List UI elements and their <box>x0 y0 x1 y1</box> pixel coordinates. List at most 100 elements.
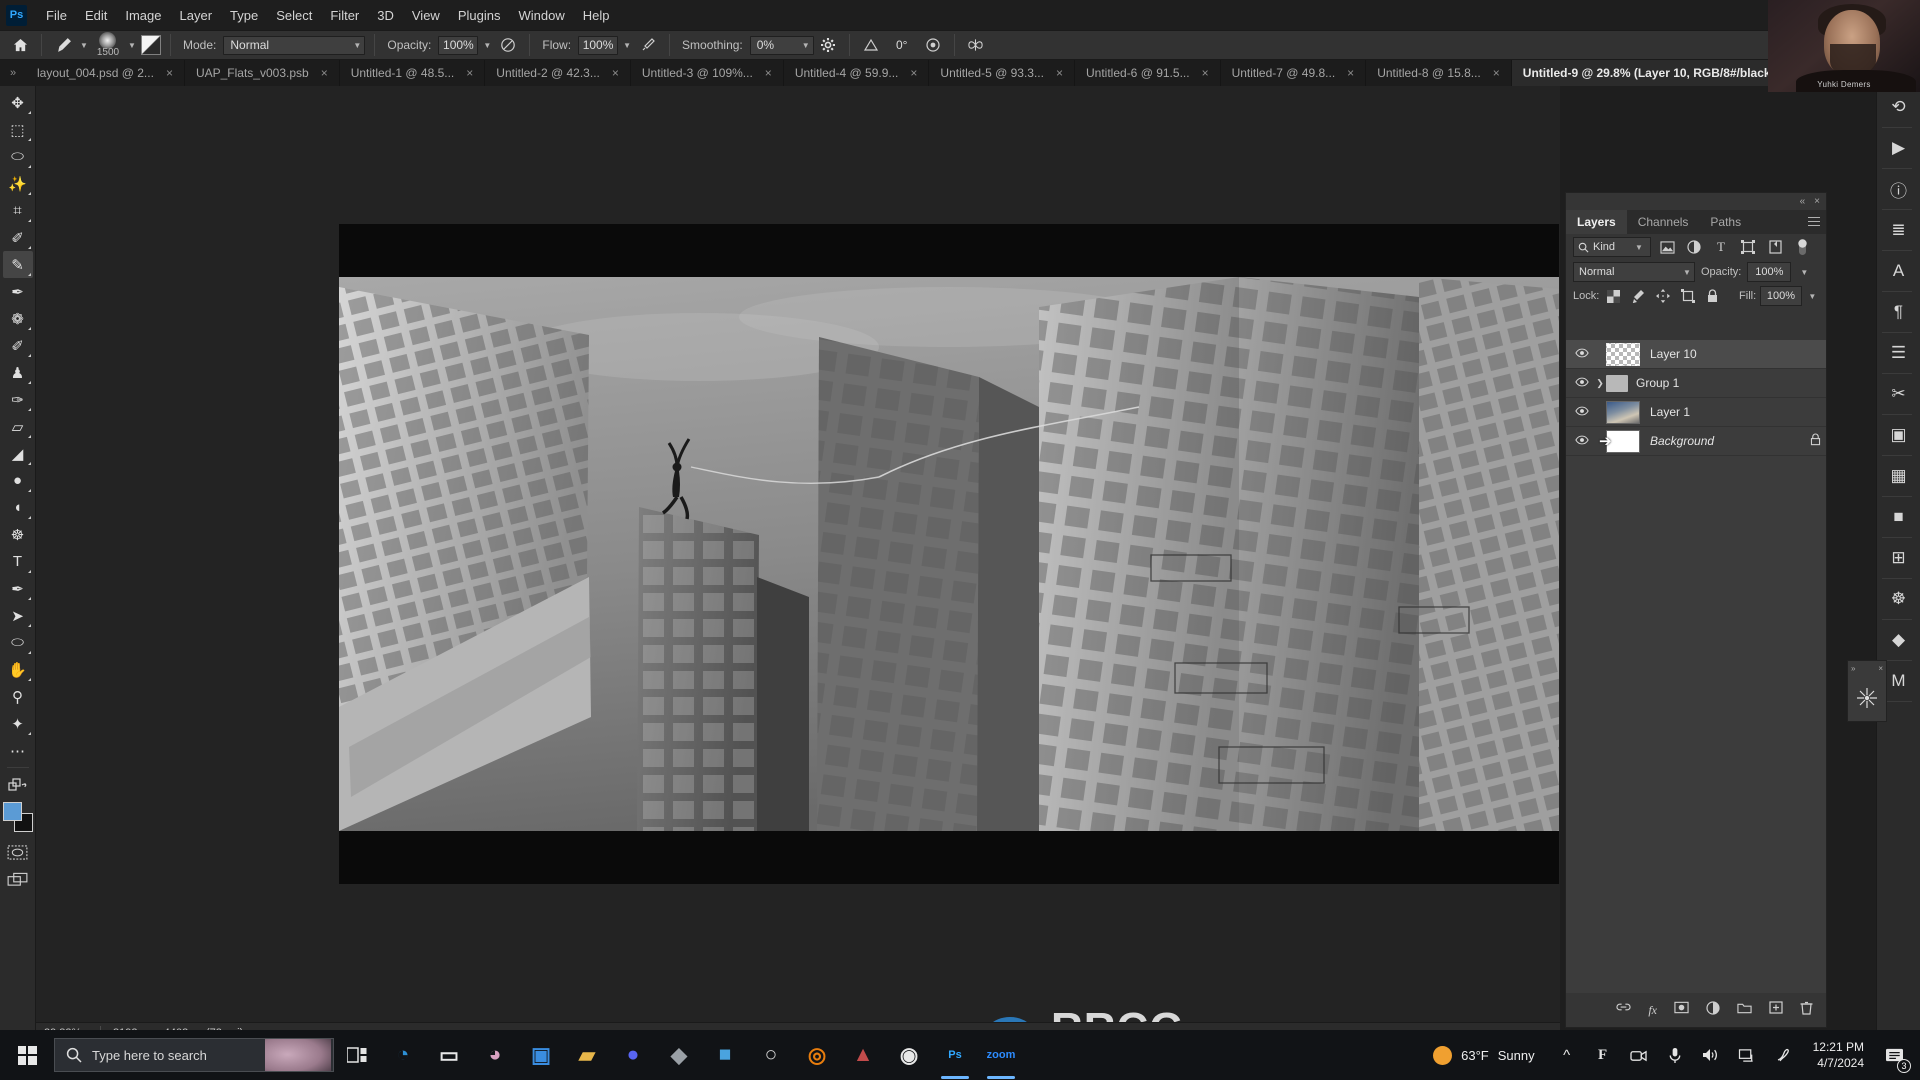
ellipse-shape-tool[interactable]: ⬭ <box>3 629 33 656</box>
opacity-chevron-down-icon[interactable]: ▼ <box>1797 268 1811 277</box>
chevron-double-right-icon[interactable]: » <box>0 60 26 86</box>
layer-comps-panel-icon[interactable]: ▣ <box>1882 418 1916 452</box>
object-selection-tool[interactable]: ✨ <box>3 170 33 197</box>
taskbar-edge-icon[interactable]: ◔ <box>380 1030 426 1080</box>
dodge-tool[interactable]: ◖ <box>3 494 33 521</box>
paint-bucket-tool[interactable]: ◢ <box>3 440 33 467</box>
brush-tool-icon[interactable] <box>51 33 75 57</box>
taskbar-clock-icon[interactable]: ○ <box>748 1030 794 1080</box>
pressure-opacity-icon[interactable] <box>496 33 520 57</box>
close-tab-icon[interactable]: × <box>321 66 328 80</box>
brush-preset-picker[interactable]: 1500 <box>93 32 123 58</box>
layer-name[interactable]: Layer 1 <box>1650 405 1826 419</box>
new-group-icon[interactable] <box>1737 1001 1752 1019</box>
layer-name[interactable]: Background <box>1650 434 1804 448</box>
mixer-brush-tool[interactable]: ✐ <box>3 332 33 359</box>
navigator-panel-icon[interactable]: ☸ <box>1882 582 1916 616</box>
opacity-chevron-down-icon[interactable]: ▼ <box>480 41 494 50</box>
sponge-tool[interactable]: ☸ <box>3 521 33 548</box>
opacity-input[interactable]: 100% <box>438 35 479 55</box>
document-tab[interactable]: Untitled-1 @ 48.5... × <box>339 60 486 86</box>
document-tab[interactable]: UAP_Flats_v003.psb × <box>184 60 340 86</box>
document-tab[interactable]: Untitled-5 @ 93.3... × <box>929 60 1075 86</box>
canvas-area[interactable]: R RRCG 人人素材 <box>36 86 1560 1030</box>
menu-type[interactable]: Type <box>221 5 267 26</box>
fonts-tray-icon[interactable]: F <box>1587 1030 1619 1080</box>
blur-tool[interactable]: ● <box>3 467 33 494</box>
brush-angle-icon[interactable] <box>859 33 883 57</box>
layer-row[interactable]: Layer 10 <box>1566 340 1826 369</box>
search-input[interactable]: Type here to search <box>54 1038 334 1072</box>
layer-name[interactable]: Group 1 <box>1636 376 1826 390</box>
lock-position-icon[interactable] <box>1653 286 1674 306</box>
type-tool[interactable]: T <box>3 548 33 575</box>
layer-row[interactable]: ❯ Group 1 <box>1566 369 1826 398</box>
layer-visibility-eye-icon[interactable] <box>1570 405 1594 419</box>
camera-tray-icon[interactable] <box>1623 1030 1655 1080</box>
airbrush-icon[interactable] <box>636 33 660 57</box>
panel-menu-icon[interactable] <box>1808 217 1820 229</box>
generative-fill-tool[interactable]: ✦ <box>3 710 33 737</box>
menu-file[interactable]: File <box>37 5 76 26</box>
flow-input[interactable]: 100% <box>578 35 619 55</box>
quick-mask-icon[interactable] <box>3 839 33 866</box>
taskbar-paint-icon[interactable]: ◕ <box>472 1030 518 1080</box>
taskbar-cinema4d-icon[interactable]: ◆ <box>656 1030 702 1080</box>
filter-adjustment-layers-icon[interactable] <box>1683 237 1705 257</box>
filter-smart-objects-icon[interactable] <box>1764 237 1786 257</box>
close-icon[interactable]: × <box>1878 664 1883 673</box>
document-tab[interactable]: Untitled-6 @ 91.5... × <box>1075 60 1221 86</box>
menu-select[interactable]: Select <box>267 5 321 26</box>
taskbar-discord-icon[interactable]: ● <box>610 1030 656 1080</box>
lock-all-icon[interactable] <box>1702 286 1723 306</box>
properties-panel-icon[interactable]: ≣ <box>1882 213 1916 247</box>
layer-style-fx-icon[interactable]: fx <box>1648 1003 1657 1018</box>
taskbar-photoshop-icon[interactable]: Ps <box>932 1030 978 1080</box>
lock-transparent-pixels-icon[interactable] <box>1603 286 1624 306</box>
move-tool[interactable]: ✥ <box>3 89 33 116</box>
lasso-tool[interactable]: ⬭ <box>3 143 33 170</box>
taskbar-file-icon[interactable]: ▭ <box>426 1030 472 1080</box>
layer-blend-mode-select[interactable]: Normal ▼ <box>1573 262 1695 282</box>
expand-panel-icon[interactable]: » <box>1851 664 1855 673</box>
close-tab-icon[interactable]: × <box>1056 66 1063 80</box>
menu-image[interactable]: Image <box>116 5 170 26</box>
eraser-tool[interactable]: ▱ <box>3 413 33 440</box>
pen-tool[interactable]: ✒ <box>3 575 33 602</box>
camera-raw-panel-icon[interactable]: ■ <box>1882 500 1916 534</box>
close-tab-icon[interactable]: × <box>1347 66 1354 80</box>
crop-tool[interactable]: ⌗ <box>3 197 33 224</box>
notes-panel-icon[interactable]: ☰ <box>1882 336 1916 370</box>
screen-mode-icon[interactable] <box>3 866 33 893</box>
network-tray-icon[interactable] <box>1731 1030 1763 1080</box>
menu-plugins[interactable]: Plugins <box>449 5 510 26</box>
document-canvas[interactable]: R RRCG 人人素材 <box>339 224 1559 1030</box>
collapse-panel-icon[interactable]: « <box>1800 196 1806 207</box>
lock-artboard-nesting-icon[interactable] <box>1678 286 1699 306</box>
document-tab[interactable]: Untitled-8 @ 15.8... × <box>1366 60 1512 86</box>
brush-settings-panel-icon[interactable] <box>141 35 161 55</box>
zoom-tool[interactable]: ⚲ <box>3 683 33 710</box>
pencil-tool[interactable]: ✒ <box>3 278 33 305</box>
notification-icon[interactable]: 3 <box>1878 1030 1911 1080</box>
document-tab[interactable]: Untitled-7 @ 49.8... × <box>1220 60 1367 86</box>
taskbar-chrome-icon[interactable]: ◉ <box>886 1030 932 1080</box>
document-tab[interactable]: layout_004.psd @ 2... × <box>26 60 185 86</box>
home-icon[interactable] <box>8 33 32 57</box>
close-tab-icon[interactable]: × <box>1493 66 1500 80</box>
document-tab[interactable]: Untitled-9 @ 29.8% (Layer 10, RGB/8#/bla… <box>1511 60 1809 86</box>
paragraph-panel-icon[interactable]: ¶ <box>1882 295 1916 329</box>
timeline-panel-icon[interactable]: ▦ <box>1882 459 1916 493</box>
lock-image-pixels-icon[interactable] <box>1628 286 1649 306</box>
menu-layer[interactable]: Layer <box>171 5 222 26</box>
brush-tool[interactable]: ✎ <box>2 251 33 278</box>
taskbar-explorer-icon[interactable]: ▰ <box>564 1030 610 1080</box>
history-brush-tool[interactable]: ✑ <box>3 386 33 413</box>
hand-tool[interactable]: ✋ <box>3 656 33 683</box>
taskbar-substance-icon[interactable]: ▲ <box>840 1030 886 1080</box>
color-swatches[interactable] <box>2 802 33 832</box>
symmetry-butterfly-icon[interactable] <box>964 33 988 57</box>
microphone-tray-icon[interactable] <box>1659 1030 1691 1080</box>
weather-widget[interactable]: 63°F Sunny <box>1421 1045 1546 1065</box>
volume-tray-icon[interactable] <box>1695 1030 1727 1080</box>
